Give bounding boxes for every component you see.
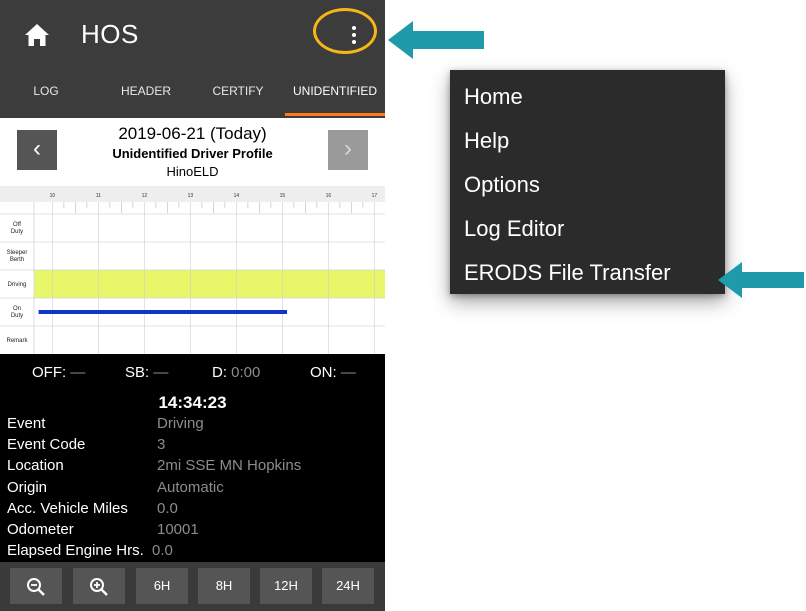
- menu-item-options[interactable]: Options: [464, 172, 540, 198]
- phone-screen: HOS LOG HEADER CERTIFY UNIDENTIFIED ‹ 20…: [0, 0, 385, 611]
- device-name: HinoELD: [166, 164, 219, 179]
- callout-circle: [313, 8, 377, 54]
- d-label: D:: [212, 364, 227, 381]
- zoom-in-button[interactable]: [73, 568, 125, 604]
- tab-certify[interactable]: CERTIFY: [192, 76, 284, 118]
- menu-item-help[interactable]: Help: [464, 128, 509, 154]
- driving-row-highlight: [34, 270, 385, 298]
- row-label: Remark: [6, 338, 28, 344]
- hour-label: 14: [234, 193, 240, 199]
- detail-key: Event: [7, 415, 46, 432]
- menu-item-log-editor[interactable]: Log Editor: [464, 216, 564, 242]
- detail-key: Elapsed Engine Hrs.: [7, 542, 144, 560]
- detail-value: 0.0: [157, 499, 178, 517]
- zoom-8h-button[interactable]: 8H: [198, 568, 250, 604]
- sb-label: SB:: [125, 364, 150, 381]
- detail-key: Location: [7, 457, 64, 475]
- profile-name: Unidentified Driver Profile: [112, 146, 273, 161]
- hour-label: 10: [50, 193, 56, 199]
- duty-graph-svg: 10 11 12 13 14 15 16 17 Off Duty Sleeper Berth Drivi…: [0, 186, 385, 354]
- detail-key: Origin: [7, 478, 48, 496]
- zoom-12h-button[interactable]: 12H: [260, 568, 312, 604]
- date-header: ‹ 2019-06-21 (Today) Unidentified Driver…: [0, 118, 385, 186]
- next-day-button[interactable]: ›: [328, 130, 368, 170]
- home-button[interactable]: [24, 23, 50, 47]
- previous-day-button[interactable]: ‹: [17, 130, 57, 170]
- hour-label: 13: [188, 193, 194, 199]
- detail-key: Acc. Vehicle Miles: [7, 499, 128, 517]
- menu-item-home[interactable]: Home: [464, 84, 523, 110]
- tab-bar: LOG HEADER CERTIFY UNIDENTIFIED: [0, 76, 385, 118]
- zoom-toolbar: 6H 8H 12H 24H: [0, 562, 385, 611]
- active-tab-indicator: [285, 113, 385, 116]
- on-value: —: [340, 364, 356, 381]
- zoom-in-icon: [90, 577, 108, 596]
- zoom-6h-button[interactable]: 6H: [136, 568, 188, 604]
- hour-label: 11: [96, 193, 101, 199]
- off-value: —: [70, 364, 86, 381]
- duty-totals: OFF: — SB: — D: 0:00 ON: —: [0, 364, 385, 384]
- zoom-24h-button[interactable]: 24H: [322, 568, 374, 604]
- off-label: OFF:: [32, 364, 67, 381]
- detail-value: 3: [157, 436, 166, 454]
- menu-item-erods-file-transfer[interactable]: ERODS File Transfer: [464, 260, 671, 286]
- detail-value: Driving: [157, 415, 204, 432]
- duty-status-graph: 10 11 12 13 14 15 16 17 Off Duty Sleeper Berth Drivi…: [0, 186, 385, 354]
- row-label: Off Duty: [11, 222, 23, 235]
- row-label: On Duty: [11, 306, 23, 319]
- on-label: ON:: [310, 364, 337, 381]
- detail-key: Event Code: [7, 436, 86, 454]
- detail-value: 2mi SSE MN Hopkins: [157, 457, 302, 475]
- hour-label: 15: [280, 193, 286, 199]
- overflow-menu: Home Help Options Log Editor ERODS File …: [450, 70, 725, 294]
- zoom-out-button[interactable]: [10, 568, 62, 604]
- sb-value: —: [153, 364, 169, 381]
- hour-label: 16: [326, 193, 332, 199]
- event-time: 14:34:23: [158, 393, 227, 412]
- chevron-left-icon: ‹: [33, 135, 41, 162]
- detail-key: Odometer: [7, 520, 74, 538]
- tab-unidentified[interactable]: UNIDENTIFIED: [285, 76, 385, 118]
- arrow-icon: [388, 21, 484, 59]
- row-label: Driving: [8, 282, 27, 288]
- tab-header[interactable]: HEADER: [100, 76, 192, 118]
- zoom-out-icon: [27, 577, 45, 596]
- row-label: Sleeper Berth: [7, 250, 28, 263]
- arrow-icon: [718, 262, 804, 298]
- detail-value: Automatic: [157, 478, 224, 496]
- home-icon: [25, 24, 49, 46]
- chevron-right-icon: ›: [344, 135, 352, 162]
- detail-value: 10001: [157, 520, 199, 538]
- app-title: HOS: [81, 19, 139, 49]
- d-value: 0:00: [231, 364, 261, 381]
- log-date: 2019-06-21 (Today): [118, 124, 267, 143]
- tab-log[interactable]: LOG: [0, 76, 92, 118]
- hour-label: 12: [142, 193, 148, 199]
- detail-value: 0.0: [152, 542, 173, 560]
- hour-label: 17: [372, 193, 378, 199]
